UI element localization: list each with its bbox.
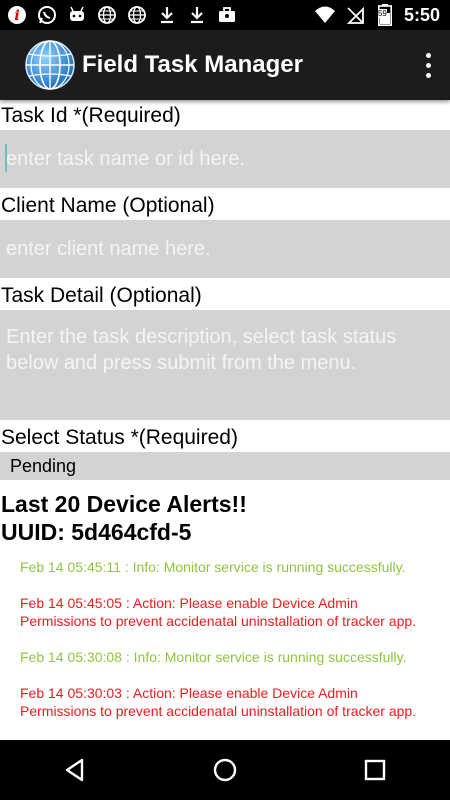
whatsapp-icon bbox=[36, 4, 58, 26]
recents-icon bbox=[364, 759, 386, 781]
client-name-placeholder: enter client name here. bbox=[6, 238, 211, 260]
task-detail-label: Task Detail (Optional) bbox=[1, 284, 202, 307]
info-icon: i bbox=[6, 4, 28, 26]
task-id-label: Task Id *(Required) bbox=[1, 104, 181, 127]
task-detail-input[interactable]: Enter the task description, select task … bbox=[0, 310, 450, 420]
client-name-label: Client Name (Optional) bbox=[1, 194, 215, 217]
briefcase-icon bbox=[216, 4, 238, 26]
status-selected-value: Pending bbox=[10, 456, 77, 476]
wifi-icon bbox=[314, 4, 336, 26]
status-label: Select Status *(Required) bbox=[1, 426, 238, 449]
task-id-input[interactable]: enter task name or id here. bbox=[0, 130, 450, 188]
download-icon bbox=[186, 4, 208, 26]
text-cursor bbox=[5, 144, 7, 172]
alert-item: Feb 14 05:45:11 : Info: Monitor service … bbox=[20, 559, 406, 575]
alerts-heading: Last 20 Device Alerts!! UUID: 5d464cfd-5 bbox=[0, 480, 450, 546]
client-name-input[interactable]: enter client name here. bbox=[0, 220, 450, 278]
device-uuid: UUID: 5d464cfd-5 bbox=[1, 519, 192, 545]
task-form: Task Id *(Required) enter task name or i… bbox=[0, 100, 450, 750]
notification-icons: i bbox=[0, 4, 238, 26]
recents-button[interactable] bbox=[345, 740, 405, 800]
battery-level: 59 bbox=[377, 9, 387, 18]
app-bar: Field Task Manager bbox=[0, 30, 450, 100]
back-button[interactable] bbox=[45, 740, 105, 800]
status-bar: i 59 5:50 bbox=[0, 0, 450, 30]
clock: 5:50 bbox=[403, 4, 440, 25]
svg-text:i: i bbox=[14, 8, 19, 24]
alerts-list[interactable]: Feb 14 05:45:11 : Info: Monitor service … bbox=[0, 546, 450, 750]
globe-logo-icon[interactable] bbox=[24, 39, 76, 91]
navigation-bar bbox=[0, 740, 450, 800]
home-button[interactable] bbox=[195, 740, 255, 800]
battery-icon: 59 bbox=[374, 4, 396, 26]
task-id-placeholder: enter task name or id here. bbox=[6, 148, 246, 170]
alerts-title: Last 20 Device Alerts!! bbox=[1, 491, 247, 517]
alert-item: Feb 14 05:30:08 : Info: Monitor service … bbox=[20, 649, 407, 665]
status-select[interactable]: Pending bbox=[0, 452, 450, 480]
app-title: Field Task Manager bbox=[82, 51, 303, 78]
overflow-menu-icon[interactable] bbox=[420, 50, 436, 80]
globe-icon bbox=[126, 4, 148, 26]
no-sim-icon bbox=[344, 4, 366, 26]
alert-item: Feb 14 05:45:05 : Action: Please enable … bbox=[20, 595, 417, 629]
system-icons: 59 5:50 bbox=[314, 4, 450, 26]
alert-item: Feb 14 05:30:03 : Action: Please enable … bbox=[20, 685, 417, 719]
android-icon bbox=[66, 4, 88, 26]
task-detail-placeholder: Enter the task description, select task … bbox=[6, 326, 397, 374]
globe-icon bbox=[96, 4, 118, 26]
back-icon bbox=[65, 758, 84, 782]
download-icon bbox=[156, 4, 178, 26]
home-icon bbox=[213, 758, 237, 782]
